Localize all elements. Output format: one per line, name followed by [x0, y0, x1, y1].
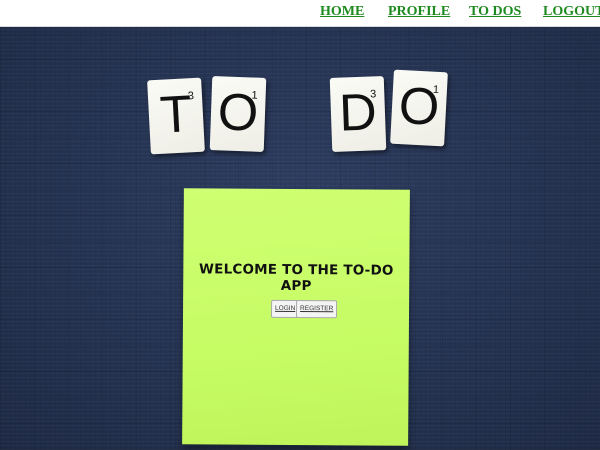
nav-link-logout[interactable]: LOGOUT [543, 4, 600, 20]
welcome-title: WELCOME TO THE TO-DO APP [199, 261, 394, 295]
letter-tile-o: O 1 [390, 69, 448, 147]
letter-tile-o: O 1 [209, 76, 267, 152]
page: HOME PROFILE TO DOS LOGOUT T 3 O 1 D 3 O… [0, 0, 600, 450]
tile-score: 1 [432, 83, 440, 97]
tile-score: 3 [369, 88, 377, 101]
tile-letter: T [158, 85, 194, 145]
nav-link-todos[interactable]: TO DOS [469, 4, 521, 20]
letter-tile-d: D 3 [329, 76, 387, 152]
nav-link-home[interactable]: HOME [320, 4, 364, 20]
tile-score: 1 [251, 89, 258, 102]
register-button[interactable]: REGISTER [295, 300, 338, 319]
nav-link-profile[interactable]: PROFILE [388, 4, 450, 20]
top-nav-bar: HOME PROFILE TO DOS LOGOUT [0, 0, 600, 27]
welcome-sticky-note: WELCOME TO THE TO-DO APP LOGIN REGISTER [182, 188, 410, 446]
tile-score: 3 [187, 90, 195, 103]
letter-tile-t: T 3 [147, 77, 205, 155]
tile-letter: D [338, 83, 378, 143]
